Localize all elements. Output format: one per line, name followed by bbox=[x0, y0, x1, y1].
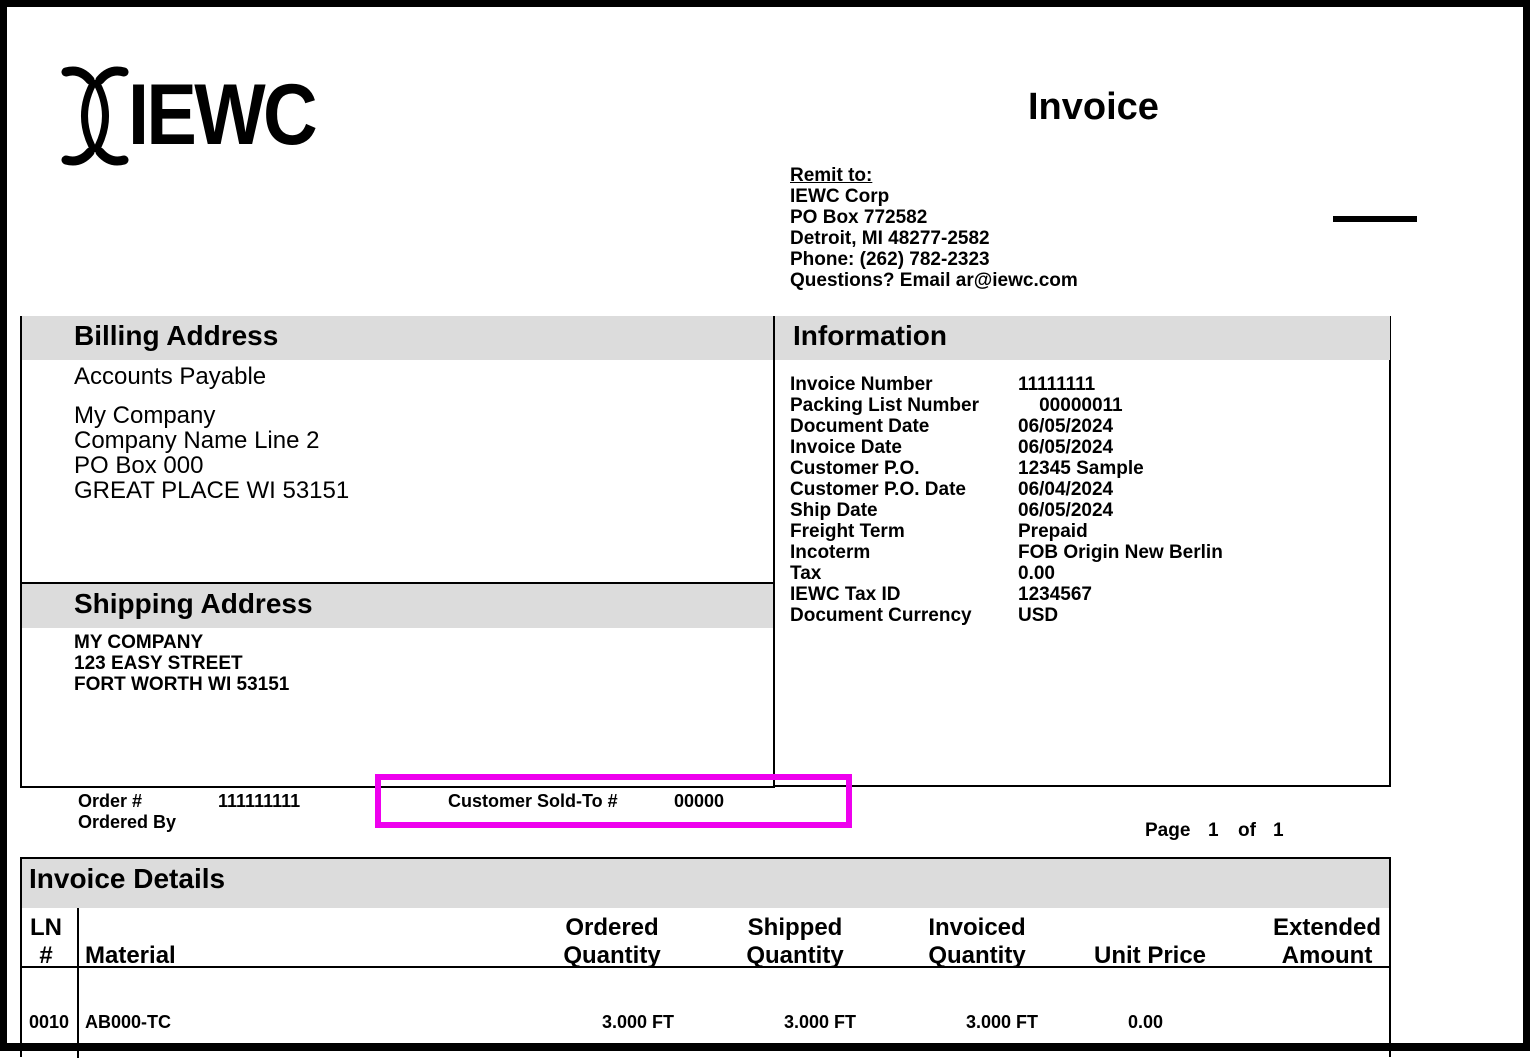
info-label: Freight Term bbox=[790, 521, 905, 542]
info-label: Customer P.O. bbox=[790, 458, 920, 479]
info-value: 1234567 bbox=[1018, 584, 1092, 605]
info-row: Invoice Date 06/05/2024 bbox=[790, 437, 1223, 458]
column-divider bbox=[77, 908, 79, 1058]
sold-to-value: 00000 bbox=[674, 791, 725, 811]
info-value: 06/04/2024 bbox=[1018, 479, 1114, 500]
billing-line: My Company bbox=[74, 402, 216, 429]
logo-wordmark: IEWC bbox=[128, 67, 318, 163]
info-value: 06/05/2024 bbox=[1018, 437, 1114, 458]
document-title: Invoice bbox=[1028, 86, 1159, 128]
info-value: 00000011 bbox=[1018, 395, 1123, 416]
ordered-by-label: Ordered By bbox=[78, 812, 177, 832]
info-value: 06/05/2024 bbox=[1018, 416, 1114, 437]
info-value: USD bbox=[1018, 605, 1059, 626]
remit-title: Remit to: bbox=[790, 165, 873, 186]
remit-line: PO Box 772582 bbox=[790, 207, 928, 228]
info-row: Document Currency USD bbox=[790, 605, 1223, 626]
decorative-dash bbox=[1333, 216, 1417, 222]
remit-line: Questions? Email ar@iewc.com bbox=[790, 270, 1078, 291]
shipping-line: FORT WORTH WI 53151 bbox=[74, 674, 290, 695]
billing-address-heading: Billing Address bbox=[22, 316, 773, 360]
row-shipped: 3.000 FT bbox=[784, 1012, 857, 1032]
invoice-details-heading: Invoice Details bbox=[22, 859, 1389, 908]
information-table: Invoice Number 11111111 Packing List Numbe… bbox=[790, 374, 1223, 626]
info-row: Packing List Number 00000011 bbox=[790, 395, 1223, 416]
info-label: Invoice Date bbox=[790, 437, 902, 458]
page-current: 1 bbox=[1208, 820, 1219, 841]
page-label: Page bbox=[1145, 820, 1191, 841]
info-value: FOB Origin New Berlin bbox=[1018, 542, 1223, 563]
shipping-address-lines: MY COMPANY 123 EASY STREET FORT WORTH WI… bbox=[74, 632, 289, 695]
info-value: 11111111 bbox=[1018, 374, 1096, 395]
info-row: Freight Term Prepaid bbox=[790, 521, 1223, 542]
info-row: Customer P.O. Date 06/04/2024 bbox=[790, 479, 1223, 500]
remit-line: Phone: (262) 782-2323 bbox=[790, 249, 990, 270]
column-header-material: Material bbox=[85, 942, 176, 969]
remit-line: IEWC Corp bbox=[790, 186, 890, 207]
info-row: Invoice Number 11111111 bbox=[790, 374, 1223, 395]
info-label: Incoterm bbox=[790, 542, 871, 563]
billing-line: Company Name Line 2 bbox=[74, 427, 320, 454]
info-value: Prepaid bbox=[1018, 521, 1088, 542]
page-total: 1 bbox=[1273, 820, 1284, 841]
info-label: Packing List Number bbox=[790, 395, 979, 416]
billing-address-lines: Accounts Payable My Company Company Name… bbox=[74, 364, 349, 503]
info-label: Ship Date bbox=[790, 500, 878, 521]
row-ln: 0010 bbox=[29, 1012, 70, 1032]
info-value: 12345 Sample bbox=[1018, 458, 1144, 479]
order-number-label: Order # bbox=[78, 791, 143, 811]
info-label: Customer P.O. Date bbox=[790, 479, 966, 500]
info-row: Document Date 06/05/2024 bbox=[790, 416, 1223, 437]
info-label: Document Currency bbox=[790, 605, 972, 626]
info-label: IEWC Tax ID bbox=[790, 584, 901, 605]
order-labels: Order # Ordered By bbox=[78, 791, 176, 833]
column-header-ordered: Ordered Quantity bbox=[563, 914, 661, 969]
info-label: Document Date bbox=[790, 416, 930, 437]
column-header-shipped: Shipped Quantity bbox=[746, 914, 844, 969]
shipping-line: MY COMPANY bbox=[74, 632, 204, 653]
remit-to-block: Remit to: IEWC Corp PO Box 772582 Detroi… bbox=[790, 165, 1078, 291]
billing-line: PO Box 000 bbox=[74, 452, 204, 479]
row-unit-price: 0.00 bbox=[1128, 1012, 1164, 1032]
order-number-value: 111111111 bbox=[218, 791, 301, 811]
sold-to-label: Customer Sold-To # bbox=[448, 791, 618, 811]
billing-attention: Accounts Payable bbox=[74, 363, 267, 390]
remit-line: Detroit, MI 48277-2582 bbox=[790, 228, 990, 249]
info-row: Ship Date 06/05/2024 bbox=[790, 500, 1223, 521]
row-invoiced: 3.000 FT bbox=[966, 1012, 1039, 1032]
column-header-ln: LN # bbox=[30, 914, 62, 969]
column-header-unit-price: Unit Price bbox=[1094, 942, 1207, 969]
row-ordered: 3.000 FT bbox=[602, 1012, 675, 1032]
page-of-label: of bbox=[1238, 820, 1256, 841]
info-value: 06/05/2024 bbox=[1018, 500, 1114, 521]
information-heading: Information bbox=[775, 316, 1390, 360]
info-row: Tax 0.00 bbox=[790, 563, 1223, 584]
info-row: Customer P.O. 12345 Sample bbox=[790, 458, 1223, 479]
row-material: AB000-TC bbox=[85, 1012, 172, 1032]
shipping-address-heading: Shipping Address bbox=[22, 584, 773, 628]
info-row: Incoterm FOB Origin New Berlin bbox=[790, 542, 1223, 563]
column-header-extended: Extended Amount bbox=[1272, 914, 1382, 969]
info-label: Tax bbox=[790, 563, 822, 584]
info-label: Invoice Number bbox=[790, 374, 933, 395]
iewc-logo-icon bbox=[60, 66, 130, 171]
shipping-line: 123 EASY STREET bbox=[74, 653, 243, 674]
column-header-invoiced: Invoiced Quantity bbox=[928, 914, 1026, 969]
billing-line: GREAT PLACE WI 53151 bbox=[74, 477, 350, 504]
info-value: 0.00 bbox=[1018, 563, 1055, 584]
info-row: IEWC Tax ID 1234567 bbox=[790, 584, 1223, 605]
